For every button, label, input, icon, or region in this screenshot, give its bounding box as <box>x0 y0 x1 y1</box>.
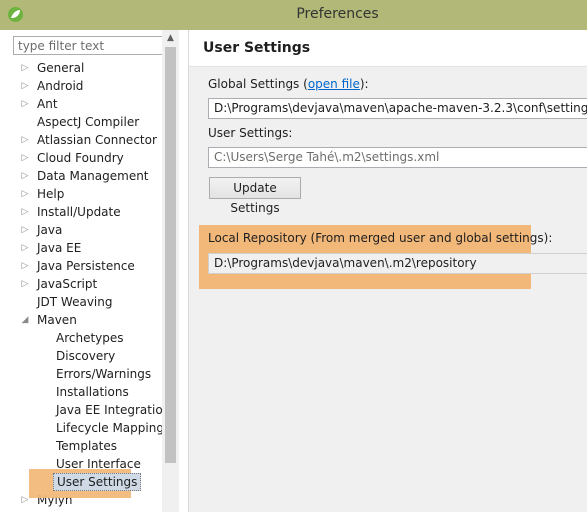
local-repository-label: Local Repository (From merged user and g… <box>208 231 553 245</box>
local-repository-field: D:\Programs\devjava\maven\.m2\repository <box>208 253 587 274</box>
global-settings-label: Global Settings (open file): <box>208 77 369 91</box>
tree-scrollbar[interactable]: ▲ <box>162 30 179 512</box>
scroll-up-icon[interactable]: ▲ <box>162 30 179 47</box>
global-settings-field[interactable]: D:\Programs\devjava\maven\apache-maven-3… <box>208 98 587 119</box>
page-title: User Settings <box>203 40 311 56</box>
user-settings-field[interactable]: C:\Users\Serge Tahé\.m2\settings.xml <box>208 147 587 168</box>
global-settings-label-end: ): <box>359 77 369 91</box>
filter-input[interactable] <box>13 36 179 55</box>
window-title: Preferences <box>296 6 379 22</box>
page-header: User Settings <box>189 30 587 67</box>
tree-item-label: User Settings <box>53 473 142 491</box>
update-settings-button[interactable]: Update Settings <box>209 177 301 215</box>
user-settings-label: User Settings: <box>208 126 293 140</box>
title-bar: Preferences <box>0 0 587 30</box>
open-file-link[interactable]: open file <box>308 77 360 91</box>
global-settings-label-text: Global Settings ( <box>208 77 308 91</box>
scroll-thumb[interactable] <box>165 47 176 463</box>
settings-page: User Settings Global Settings (open file… <box>189 30 587 512</box>
